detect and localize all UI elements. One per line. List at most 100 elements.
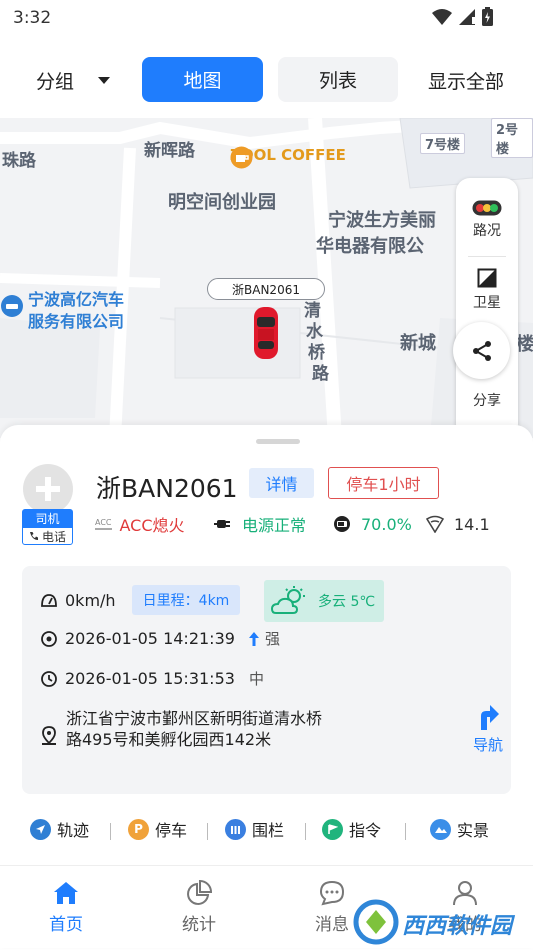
action-separator: [405, 823, 406, 840]
live-view-label: 实景: [457, 821, 490, 840]
gps-target-icon: [41, 630, 57, 647]
cell-signal-icon: [459, 8, 475, 25]
map-label-road-lu: 路: [312, 364, 329, 384]
red-car-icon[interactable]: [252, 305, 280, 361]
gps-strength-text: 强: [264, 630, 280, 648]
group-dropdown[interactable]: 分组: [36, 67, 111, 94]
map-label-xincheng: 新城: [400, 333, 436, 354]
scenery-icon: [430, 818, 451, 840]
turn-right-arrow-icon: [481, 705, 499, 730]
map-label-building-2: 2号楼: [491, 118, 533, 158]
navigate-label: 导航: [472, 736, 503, 754]
signal-text: 14.1: [454, 514, 490, 534]
nav-tab-home[interactable]: 首页: [26, 876, 106, 935]
track-action[interactable]: 轨迹: [30, 817, 89, 841]
satellite-control[interactable]: 卫星: [456, 268, 518, 312]
phone-label: 电话: [41, 529, 66, 544]
car-tag: 浙BAN2061: [207, 278, 325, 300]
battery-icon: [482, 7, 493, 26]
nav-tab-home-label: 首页: [49, 915, 83, 935]
driver-badge: 司机: [22, 509, 73, 527]
phone-badge[interactable]: 电话: [22, 527, 73, 545]
home-icon: [54, 882, 78, 904]
acc-status: ACC ACC熄火: [95, 513, 185, 535]
coffee-poi[interactable]: ZOOL COFFEE: [230, 146, 346, 169]
watermark-text: 西西软件园: [402, 914, 513, 939]
signal-status: 14.1: [426, 513, 490, 535]
parking-action[interactable]: P 停车: [128, 817, 187, 841]
live-view-action[interactable]: 实景: [430, 817, 489, 841]
info-card: 0km/h 日里程：4km 多云 5℃ 2026-01-05 14:21:39 …: [22, 566, 511, 794]
park-status-badge: 停车1小时: [328, 467, 439, 499]
map-label-zhu-road: 珠路: [2, 151, 36, 171]
phone-icon: [29, 532, 38, 540]
chat-bubble-icon: [319, 880, 345, 906]
map-label-company-2: 华电器有限公: [316, 236, 424, 257]
share-icon: [472, 340, 491, 361]
map-label-gaoyi-1: 宁波高亿汽车: [28, 290, 125, 309]
gps-time: 2026-01-05 14:21:39: [65, 629, 235, 648]
map-label-company-1: 宁波生方美丽: [328, 210, 436, 231]
acc-icon: ACC: [95, 518, 112, 530]
speed-value: 0km/h: [65, 591, 116, 610]
map-label-park: 明空间创业园: [168, 192, 276, 213]
fence-action[interactable]: 围栏: [225, 817, 284, 841]
mileage-badge: 日里程：4km: [132, 585, 240, 615]
command-action[interactable]: 指令: [322, 817, 381, 841]
clock-icon: [41, 670, 57, 687]
traffic-control[interactable]: 路况: [456, 200, 518, 240]
status-icons: [432, 7, 493, 26]
fence-label: 围栏: [252, 821, 285, 840]
share-label: 分享: [473, 393, 501, 409]
action-bar: 轨迹 P 停车 围栏 指令 实景: [0, 817, 533, 847]
acc-status-text: ACC熄火: [119, 516, 185, 535]
track-label: 轨迹: [57, 821, 90, 840]
show-all-button[interactable]: 显示全部: [428, 67, 504, 94]
power-status-text: 电源正常: [242, 516, 307, 535]
battery-status: 70.0%: [333, 513, 412, 535]
chevron-down-icon: [98, 77, 111, 84]
plate-number: 浙BAN2061: [96, 474, 238, 503]
map-label-building-7: 7号楼: [420, 133, 466, 154]
fence-icon: [225, 818, 246, 840]
map-label-xinhui-road: 新晖路: [144, 141, 195, 161]
map-view[interactable]: 珠路 新晖路 ZOOL COFFEE 明空间创业园 宁波生方美丽 华电器有限公 …: [0, 118, 533, 438]
address-text: 浙江省宁波市鄞州区新明街道清水桥路495号和美孵化园西142米: [66, 709, 323, 749]
nav-tab-stats-label: 统计: [182, 915, 216, 935]
group-label: 分组: [36, 71, 75, 93]
tab-list[interactable]: 列表: [278, 57, 398, 102]
avatar[interactable]: [23, 464, 73, 514]
action-separator: [207, 823, 208, 840]
gps-strength: 强: [248, 628, 280, 649]
navigation-arrow-icon: [30, 818, 51, 840]
top-bar: 分组 地图 列表 显示全部: [0, 50, 533, 108]
map-label-lou: 楼: [516, 334, 533, 355]
report-time: 2026-01-05 15:31:53: [65, 669, 235, 688]
speedometer-icon: [41, 593, 57, 607]
battery-level-icon: [334, 516, 350, 532]
parking-icon: P: [128, 818, 149, 840]
weather-badge: 多云 5℃: [264, 580, 384, 622]
map-controls: 路况 卫星 分享: [456, 178, 518, 438]
status-bar: 3:32: [0, 0, 533, 36]
traffic-light-icon: [472, 200, 502, 216]
navigate-button[interactable]: 导航: [468, 702, 508, 755]
partly-cloudy-icon: [270, 586, 305, 614]
gps-time-line: 2026-01-05 14:21:39 强: [40, 628, 280, 649]
status-time: 3:32: [13, 8, 52, 28]
watermark-logo: 西西软件园: [352, 898, 522, 946]
detail-button[interactable]: 详情: [249, 468, 314, 498]
share-label-wrap: 分享: [456, 390, 518, 410]
drag-handle[interactable]: [256, 439, 300, 444]
tab-map[interactable]: 地图: [142, 57, 263, 102]
action-separator: [305, 823, 306, 840]
battery-text: 70.0%: [361, 514, 412, 534]
nav-tab-stats[interactable]: 统计: [159, 876, 239, 935]
flag-icon: [322, 818, 343, 840]
wifi-icon: [432, 8, 452, 25]
report-time-line: 2026-01-05 15:31:53 中: [40, 668, 264, 689]
share-button[interactable]: [453, 322, 510, 379]
pie-chart-icon: [187, 880, 212, 905]
location-pin-icon: [42, 726, 56, 745]
coffee-icon: [230, 146, 253, 169]
